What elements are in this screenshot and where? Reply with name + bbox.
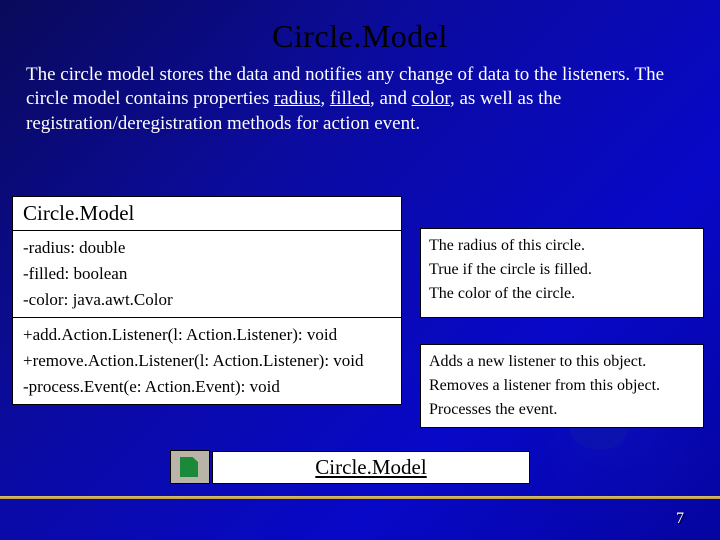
attributes-description-box: The radius of this circle. True if the c…	[420, 228, 704, 318]
uml-diagram: Circle.Model -radius: double -filled: bo…	[12, 196, 704, 431]
prop-color: color	[412, 88, 450, 109]
uml-class-box: Circle.Model -radius: double -filled: bo…	[12, 196, 402, 405]
op-desc: Processes the event.	[429, 398, 695, 422]
footer-divider	[0, 496, 720, 499]
uml-class-name: Circle.Model	[13, 197, 401, 231]
prop-filled: filled	[330, 88, 370, 109]
uml-attributes-section: -radius: double -filled: boolean -color:…	[13, 231, 401, 318]
uml-operations-section: +add.Action.Listener(l: Action.Listener)…	[13, 318, 401, 404]
uml-op: +remove.Action.Listener(l: Action.Listen…	[23, 348, 391, 374]
attr-desc: The color of the circle.	[429, 282, 695, 306]
attr-desc: True if the circle is filled.	[429, 258, 695, 282]
op-desc: Adds a new listener to this object.	[429, 350, 695, 374]
source-link-text[interactable]: Circle.Model	[212, 451, 530, 484]
uml-op: +add.Action.Listener(l: Action.Listener)…	[23, 322, 391, 348]
page-number: 7	[676, 510, 684, 528]
op-desc: Removes a listener from this object.	[429, 374, 695, 398]
uml-attr: -color: java.awt.Color	[23, 287, 391, 313]
attr-desc: The radius of this circle.	[429, 234, 695, 258]
document-icon	[170, 450, 210, 484]
slide-title: Circle.Model	[0, 0, 720, 55]
prop-radius: radius	[274, 88, 320, 109]
uml-op: -process.Event(e: Action.Event): void	[23, 374, 391, 400]
uml-attr: -filled: boolean	[23, 261, 391, 287]
slide-description: The circle model stores the data and not…	[0, 55, 720, 136]
uml-attr: -radius: double	[23, 235, 391, 261]
operations-description-box: Adds a new listener to this object. Remo…	[420, 344, 704, 428]
source-link-bar[interactable]: Circle.Model	[170, 450, 530, 484]
